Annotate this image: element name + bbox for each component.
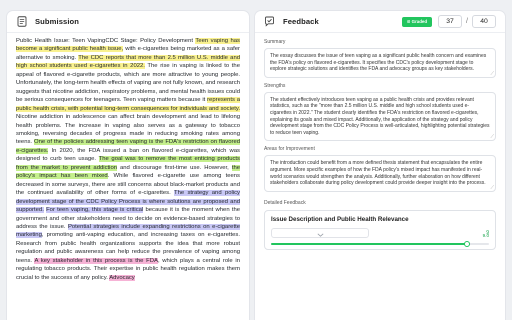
criterion-slider[interactable]: 9.0 xyxy=(271,233,489,247)
submission-header: Submission xyxy=(7,11,249,33)
slider-thumb[interactable] xyxy=(464,240,471,247)
comment-check-icon xyxy=(264,16,275,27)
highlight-pink[interactable]: Advocacy xyxy=(109,274,135,281)
highlight-pink[interactable]: A key stakeholder in this process is the… xyxy=(34,257,158,264)
submission-panel: Submission Public Health Issue: Teen Vap… xyxy=(6,10,250,320)
resize-handle-icon[interactable]: ⟋ xyxy=(490,71,494,77)
feedback-title: Feedback xyxy=(283,17,319,26)
submission-text-segment: Public Health Issue: Teen VapingCDC Stag… xyxy=(16,38,196,44)
document-icon xyxy=(16,16,27,27)
criterion-title: Issue Description and Public Health Rele… xyxy=(271,215,409,223)
score-input[interactable]: 37 xyxy=(438,15,463,28)
score-separator: / xyxy=(466,18,468,25)
feedback-header: Feedback ⊘ Graded 37 / 40 xyxy=(255,11,505,33)
strengths-textarea[interactable]: The student effectively introduces teen … xyxy=(264,91,496,142)
highlight-blue[interactable]: For teen vaping, this stage is critical xyxy=(46,207,144,214)
summary-label: Summary xyxy=(264,39,286,45)
summary-textarea[interactable]: The essay discusses the issue of teen va… xyxy=(264,48,496,78)
improvement-label: Areas for Improvement xyxy=(264,146,315,153)
max-score-field: 40 xyxy=(472,15,496,28)
strengths-text: The student effectively introduces teen … xyxy=(270,96,490,136)
improvement-text: The introduction could benefit from a mo… xyxy=(270,160,486,187)
submission-text-segment: and discourage first-time use. However, xyxy=(117,164,232,171)
submission-title: Submission xyxy=(35,17,80,26)
resize-handle-icon[interactable]: ⟋ xyxy=(490,135,494,140)
detailed-feedback-label: Detailed Feedback xyxy=(264,199,306,206)
improvement-textarea[interactable]: The introduction could benefit from a mo… xyxy=(264,155,496,192)
feedback-panel: Feedback ⊘ Graded 37 / 40 Summary The es… xyxy=(254,10,506,320)
graded-badge: ⊘ Graded xyxy=(401,16,433,27)
slider-value: 9.0 xyxy=(482,232,489,238)
strengths-label: Strengths xyxy=(264,82,286,89)
summary-text: The essay discusses the issue of teen va… xyxy=(270,53,487,73)
graded-badge-label: Graded xyxy=(411,18,428,24)
score-area: ⊘ Graded 37 / 40 xyxy=(401,15,496,28)
slider-fill xyxy=(271,242,468,245)
submission-text: Public Health Issue: Teen VapingCDC Stag… xyxy=(7,33,249,282)
criterion-select[interactable] xyxy=(271,227,369,238)
criterion-card: Issue Description and Public Health Rele… xyxy=(264,209,496,250)
resize-handle-icon[interactable]: ⟋ xyxy=(490,185,494,191)
chevron-down-icon xyxy=(317,224,324,242)
